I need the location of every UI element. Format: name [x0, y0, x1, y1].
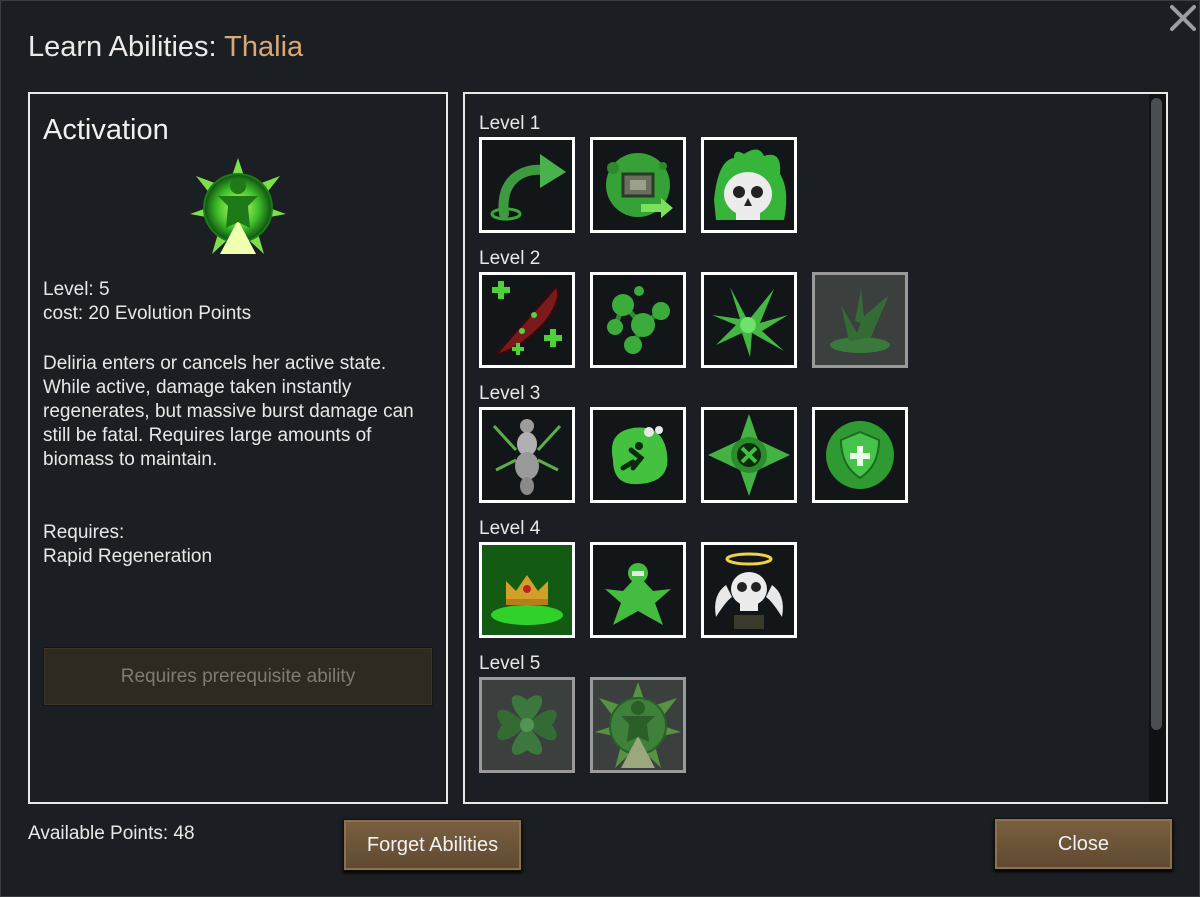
insect-body-icon[interactable] [479, 407, 575, 503]
close-button[interactable]: Close [994, 818, 1173, 870]
ability-cost: cost: 20 Evolution Points [43, 303, 252, 324]
shield-plus-icon[interactable] [812, 407, 908, 503]
requires-value: Rapid Regeneration [43, 546, 213, 567]
character-name: Thalia [224, 31, 304, 63]
scrollbar-thumb[interactable] [1151, 98, 1162, 730]
crown-altar-icon[interactable] [479, 542, 575, 638]
activation-icon [190, 158, 286, 258]
toxic-skull-icon[interactable] [701, 137, 797, 233]
level-label: Level 4 [479, 518, 541, 539]
ability-description: Deliria enters or cancels her active sta… [43, 353, 414, 470]
learn-ability-button-disabled[interactable]: Requires prerequisite ability [43, 647, 433, 706]
ability-name: Activation [43, 114, 169, 146]
haloed-skull-icon[interactable] [701, 542, 797, 638]
level-label: Level 3 [479, 383, 541, 404]
ability-level: Level: 5 [43, 279, 110, 300]
red-tendril-heal-icon[interactable] [479, 272, 575, 368]
ground-burst-icon[interactable] [812, 272, 908, 368]
level-label: Level 5 [479, 653, 541, 674]
green-vortex-icon[interactable] [479, 677, 575, 773]
curved-arrow-icon[interactable] [479, 137, 575, 233]
activation-icon[interactable] [590, 677, 686, 773]
forget-abilities-button[interactable]: Forget Abilities [343, 819, 522, 871]
level-label: Level 1 [479, 113, 541, 134]
green-spikes-icon[interactable] [701, 272, 797, 368]
green-monitor-icon[interactable] [590, 137, 686, 233]
requires-label: Requires: [43, 522, 125, 543]
spiked-orb-icon[interactable] [701, 407, 797, 503]
close-icon[interactable] [1166, 1, 1200, 35]
scrollbar[interactable] [1149, 94, 1166, 802]
slime-figure-icon[interactable] [590, 407, 686, 503]
ability-tree-panel: Level 1 Level 2 Level 3 Level 4 Level 5 [463, 92, 1168, 804]
green-mutant-icon[interactable] [590, 542, 686, 638]
dialog-title: Learn Abilities: Thalia [28, 31, 303, 64]
ability-detail-panel: Activation Level: 5 cost: 20 Evolution P… [28, 92, 448, 804]
level-label: Level 2 [479, 248, 541, 269]
title-prefix: Learn Abilities: [28, 31, 225, 63]
learn-abilities-dialog: Learn Abilities: Thalia Activation Level… [0, 0, 1200, 897]
available-points: Available Points: 48 [28, 823, 195, 844]
green-cells-icon[interactable] [590, 272, 686, 368]
